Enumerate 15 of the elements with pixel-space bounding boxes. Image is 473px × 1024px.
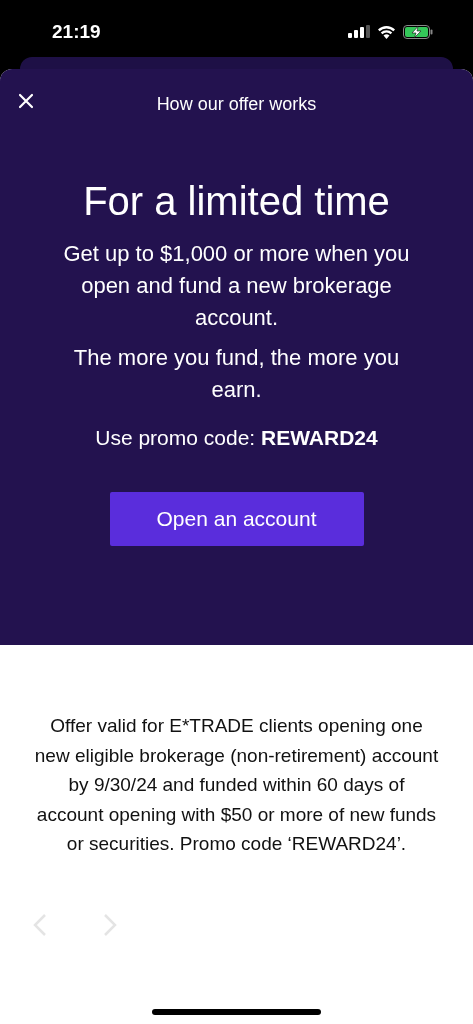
offer-text: Get up to $1,000 or more when you open and fund a new brokerage account.: [62, 240, 411, 332]
signal-icon: [348, 25, 370, 38]
offer-text: The more you fund, the more you earn.: [72, 344, 401, 404]
wifi-icon: [377, 24, 396, 39]
chevron-left-icon: [33, 912, 47, 937]
sheet-title: How our offer works: [156, 93, 317, 115]
promo-code-text: Use promo code: REWARD24: [95, 426, 378, 450]
chevron-right-icon: [103, 912, 117, 937]
open-account-button[interactable]: Open an account: [109, 492, 364, 546]
close-button[interactable]: [16, 91, 36, 111]
close-icon: [18, 93, 34, 109]
disclaimer-text: Offer valid for E*TRADE clients opening one new eligible brokerage (non-retirement) account by 9/30/24 and funded within 60 days of account opening with $50 or more of new funds or securities. Promo code ‘REWARD24’.: [34, 714, 439, 856]
status-time: 21:19: [52, 20, 101, 43]
battery-charging-icon: [403, 24, 433, 39]
offer-heading: For a limited time: [83, 179, 390, 224]
